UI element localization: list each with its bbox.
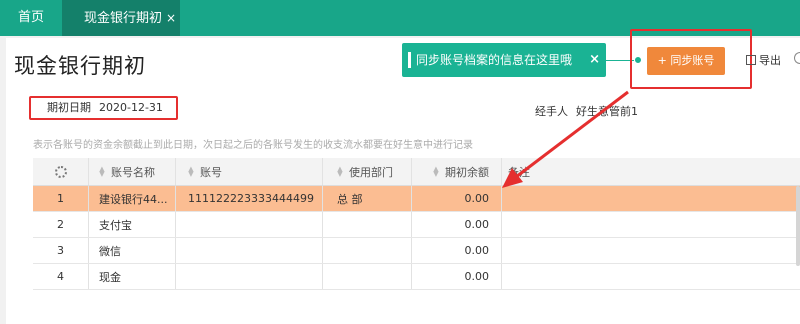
- annotation-arrow: [502, 90, 629, 188]
- arrow-shaft: [511, 90, 629, 182]
- arrow-head: [502, 168, 523, 188]
